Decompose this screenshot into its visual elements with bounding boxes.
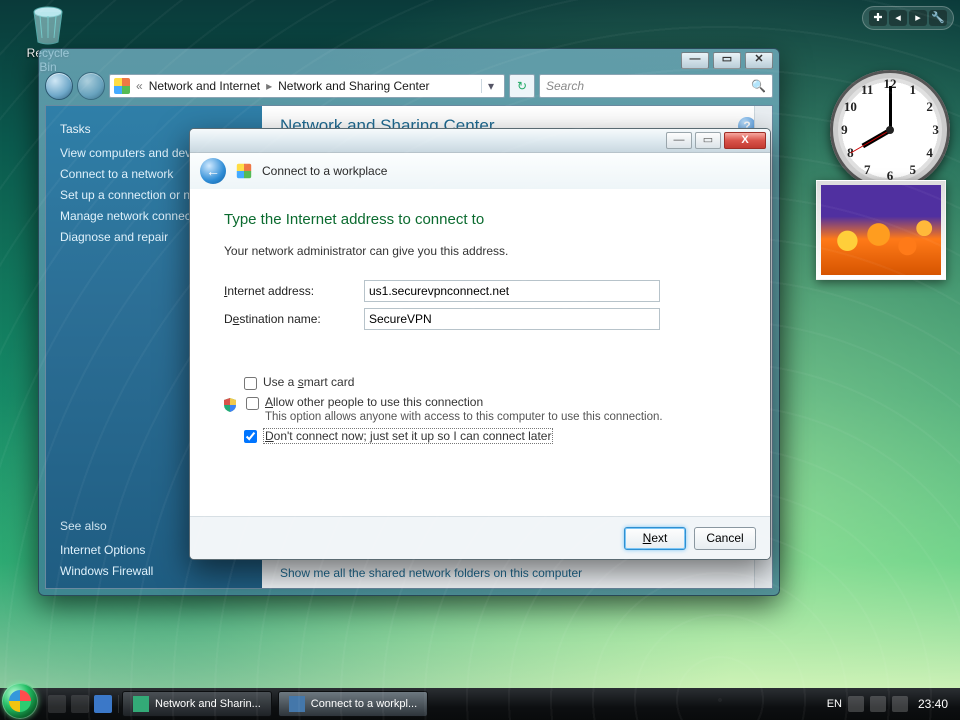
wizard-instruction: Your network administrator can give you … — [224, 244, 736, 258]
address-bar[interactable]: « Network and Internet ▸ Network and Sha… — [109, 74, 505, 98]
quick-launch — [42, 695, 119, 713]
switch-windows-icon[interactable] — [71, 695, 89, 713]
start-button[interactable] — [2, 683, 38, 719]
wizard-close-button[interactable]: X — [724, 132, 766, 149]
dont-connect-checkbox[interactable] — [244, 430, 257, 443]
destination-name-label: Destination name: — [224, 312, 364, 326]
taskbar[interactable]: Network and Sharin... Connect to a workp… — [0, 688, 960, 720]
system-tray[interactable]: EN 23:40 — [819, 696, 960, 712]
breadcrumb-sep-icon: « — [136, 79, 143, 93]
taskbar-item-label: Connect to a workpl... — [311, 698, 417, 710]
internet-address-label: Internet address: — [224, 284, 364, 298]
gadget-prev-icon[interactable]: ◂ — [889, 10, 907, 26]
clock-minute-hand — [889, 86, 892, 130]
wizard-maximize-button[interactable]: ▭ — [695, 132, 721, 149]
breadcrumb-network-internet[interactable]: Network and Internet — [149, 79, 260, 93]
wizard-icon — [237, 164, 251, 178]
wizard-minimize-button[interactable]: — — [666, 132, 692, 149]
close-button[interactable]: ✕ — [745, 52, 773, 69]
wizard-heading: Type the Internet address to connect to — [224, 211, 736, 228]
allow-others-label: Allow other people to use this connectio… — [265, 395, 663, 423]
clock-gadget[interactable]: 123 69 12 45 78 1011 — [830, 70, 950, 190]
gadget-add-icon[interactable]: ✚ — [869, 10, 887, 26]
address-dropdown-icon[interactable]: ▾ — [481, 79, 500, 93]
refresh-button[interactable]: ↻ — [509, 74, 535, 98]
slideshow-photo — [821, 185, 941, 275]
taskbar-clock[interactable]: 23:40 — [914, 697, 952, 711]
breadcrumb-sharing-center[interactable]: Network and Sharing Center — [278, 79, 429, 93]
taskbar-item-label: Network and Sharin... — [155, 698, 261, 710]
gadget-settings-icon[interactable]: 🔧 — [929, 10, 947, 26]
taskbar-item-network-sharing[interactable]: Network and Sharin... — [122, 691, 272, 717]
clock-second-hand — [850, 130, 890, 154]
desktop: Recycle Bin ✚ ◂ ▸ 🔧 123 69 12 45 78 1011… — [0, 0, 960, 720]
destination-name-input[interactable] — [364, 308, 660, 330]
sidebar-gadget-controls[interactable]: ✚ ◂ ▸ 🔧 — [862, 6, 954, 30]
taskbar-item-icon — [289, 696, 305, 712]
tray-volume-icon[interactable] — [892, 696, 908, 712]
shield-icon — [222, 397, 238, 413]
shared-folders-link[interactable]: Show me all the shared network folders o… — [262, 557, 755, 588]
internet-address-input[interactable] — [364, 280, 660, 302]
connect-workplace-wizard: — ▭ X ← Connect to a workplace Type the … — [189, 128, 771, 560]
wizard-titlebar[interactable]: — ▭ X — [190, 129, 770, 153]
taskbar-item-icon — [133, 696, 149, 712]
dont-connect-label: Don't connect now; just set it up so I c… — [263, 428, 553, 444]
nav-forward-button[interactable] — [77, 72, 105, 100]
seealso-windows-firewall[interactable]: Windows Firewall — [60, 564, 248, 578]
smartcard-label: Use a smart card — [263, 375, 354, 389]
allow-others-checkbox[interactable] — [246, 397, 259, 410]
ie-icon[interactable] — [94, 695, 112, 713]
language-indicator[interactable]: EN — [827, 698, 842, 710]
nav-back-button[interactable] — [45, 72, 73, 100]
next-button[interactable]: Next — [624, 527, 686, 550]
control-panel-titlebar[interactable]: — ▭ ✕ — [39, 49, 779, 72]
maximize-button[interactable]: ▭ — [713, 52, 741, 69]
search-placeholder: Search — [546, 79, 584, 93]
breadcrumb-sep-icon: ▸ — [266, 79, 272, 93]
cancel-button[interactable]: Cancel — [694, 527, 756, 550]
recycle-bin-icon — [26, 2, 70, 46]
control-panel-icon — [114, 78, 130, 94]
smartcard-checkbox[interactable] — [244, 377, 257, 390]
search-box[interactable]: Search 🔍 — [539, 74, 773, 98]
taskbar-item-connect-workplace[interactable]: Connect to a workpl... — [278, 691, 428, 717]
tray-security-icon[interactable] — [848, 696, 864, 712]
wizard-back-button[interactable]: ← — [200, 158, 226, 184]
tray-network-icon[interactable] — [870, 696, 886, 712]
slideshow-gadget[interactable] — [816, 180, 946, 280]
search-icon: 🔍 — [751, 79, 766, 93]
show-desktop-icon[interactable] — [48, 695, 66, 713]
wizard-title: Connect to a workplace — [262, 164, 387, 178]
minimize-button[interactable]: — — [681, 52, 709, 69]
gadget-next-icon[interactable]: ▸ — [909, 10, 927, 26]
